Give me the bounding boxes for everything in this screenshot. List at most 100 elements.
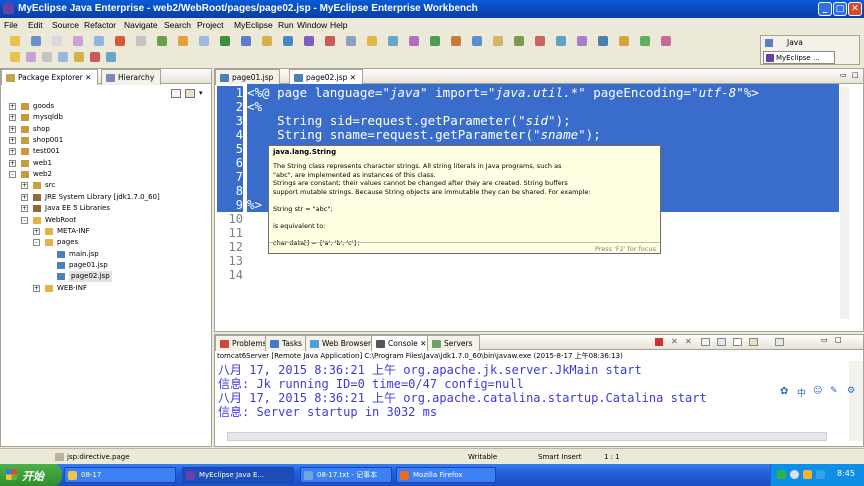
taskbar-item[interactable]: 08-17.txt - 记事本	[300, 467, 392, 483]
toolbar-icon[interactable]	[640, 36, 650, 46]
toolbar-icon[interactable]	[283, 36, 293, 46]
toolbar-icon[interactable]	[493, 36, 503, 46]
toolbar-icon[interactable]	[220, 36, 230, 46]
toolbar-icon[interactable]	[106, 52, 116, 62]
expand-toggle-icon[interactable]: +	[21, 182, 28, 190]
tab-servers[interactable]: Servers	[427, 335, 480, 351]
toolbar-icon[interactable]	[346, 36, 356, 46]
toolbar-icon[interactable]	[241, 36, 251, 46]
tab-hierarchy[interactable]: Hierarchy	[101, 69, 162, 85]
code-line[interactable]: <%	[247, 100, 263, 114]
perspective-myeclipse[interactable]: MyEclipse ...	[763, 51, 835, 64]
toolbar-icon[interactable]	[10, 52, 20, 62]
toolbar-icon[interactable]	[367, 36, 377, 46]
toolbar-icon[interactable]	[304, 36, 314, 46]
tray-network-icon[interactable]	[777, 470, 786, 479]
menu-run[interactable]: Run	[278, 20, 294, 30]
overview-ruler[interactable]	[840, 87, 849, 319]
code-line[interactable]: %>	[247, 198, 263, 212]
collapse-toggle-icon[interactable]: -	[9, 171, 16, 179]
minimize-editor-icon[interactable]: ▭	[840, 71, 847, 79]
toolbar-icon[interactable]	[430, 36, 440, 46]
toolbar-icon[interactable]	[10, 36, 20, 46]
menu-help[interactable]: Help	[330, 20, 347, 30]
code-line[interactable]: <%@ page language="java" import="java.ut…	[247, 86, 759, 100]
clear-console-icon[interactable]	[701, 338, 710, 346]
toolbar-icon[interactable]	[178, 36, 188, 46]
view-menu-icon[interactable]: ▾	[199, 89, 207, 98]
toolbar-icon[interactable]	[619, 36, 629, 46]
tray-volume-icon[interactable]	[790, 470, 799, 479]
expand-toggle-icon[interactable]: +	[9, 125, 16, 133]
open-console-icon[interactable]	[775, 338, 784, 346]
minimize-button[interactable]: _	[818, 2, 832, 16]
menu-file[interactable]: File	[4, 20, 18, 30]
collapse-toggle-icon[interactable]: -	[21, 216, 28, 224]
settings-icon[interactable]: ⚙	[847, 386, 855, 396]
maximize-console-icon[interactable]: □	[835, 336, 842, 344]
terminate-icon[interactable]	[655, 338, 663, 346]
toolbar-icon[interactable]	[42, 52, 52, 62]
toolbar-icon[interactable]	[199, 36, 209, 46]
toolbar-icon[interactable]	[90, 52, 100, 62]
display-console-icon[interactable]	[749, 338, 758, 346]
scroll-lock-icon[interactable]	[717, 338, 726, 346]
toolbar-icon[interactable]	[58, 52, 68, 62]
menu-myeclipse[interactable]: MyEclipse	[234, 20, 273, 30]
expand-toggle-icon[interactable]: +	[9, 137, 16, 145]
expand-toggle-icon[interactable]: +	[9, 114, 16, 122]
taskbar-item[interactable]: Mozilla Firefox	[396, 467, 496, 483]
expand-toggle-icon[interactable]: +	[33, 227, 40, 235]
start-button[interactable]: 开始	[0, 464, 62, 486]
toolbar-icon[interactable]	[598, 36, 608, 46]
toolbar-icon[interactable]	[52, 36, 62, 46]
javadoc-hover[interactable]: java.lang.String The String class repres…	[268, 145, 661, 254]
pen-icon[interactable]: ✎	[830, 386, 838, 396]
tab-page02-jsp[interactable]: page02.jsp ✕	[289, 69, 364, 85]
tab-tasks[interactable]: Tasks	[265, 335, 310, 351]
close-button[interactable]: ✕	[848, 2, 862, 16]
toolbar-icon[interactable]	[31, 36, 41, 46]
link-with-editor-icon[interactable]	[185, 89, 195, 98]
code-line[interactable]: String sid=request.getParameter("sid");	[247, 114, 571, 128]
tray-app-icon[interactable]	[803, 470, 812, 479]
console-horizontal-scrollbar[interactable]	[227, 432, 827, 441]
toolbar-icon[interactable]	[94, 36, 104, 46]
toolbar-icon[interactable]	[409, 36, 419, 46]
expand-toggle-icon[interactable]: +	[21, 193, 28, 201]
menu-refactor[interactable]: Refactor	[84, 20, 116, 30]
taskbar-item[interactable]: MyEclipse Java E...	[182, 467, 294, 483]
menu-project[interactable]: Project	[197, 20, 223, 30]
menu-edit[interactable]: Edit	[28, 20, 43, 30]
toolbar-icon[interactable]	[661, 36, 671, 46]
minimize-console-icon[interactable]: ▭	[821, 336, 828, 344]
toolbar-icon[interactable]	[73, 36, 83, 46]
toolbar-icon[interactable]	[388, 36, 398, 46]
tab-web-browser[interactable]: Web Browser	[305, 335, 379, 351]
code-line[interactable]: String sname=request.getParameter("sname…	[247, 128, 601, 142]
toolbar-icon[interactable]	[26, 52, 36, 62]
toolbar-icon[interactable]	[74, 52, 84, 62]
tab-page01-jsp[interactable]: page01.jsp	[215, 69, 281, 85]
expand-toggle-icon[interactable]: +	[21, 205, 28, 213]
toolbar-icon[interactable]	[136, 36, 146, 46]
remove-launch-icon[interactable]: ✕	[671, 337, 678, 346]
title-bar[interactable]: MyEclipse Java Enterprise - web2/WebRoot…	[0, 0, 864, 18]
ime-language-icon[interactable]: 中	[797, 386, 806, 399]
paw-icon[interactable]: ✿	[780, 386, 788, 397]
pin-console-icon[interactable]	[733, 338, 742, 346]
smile-icon[interactable]: ☺	[813, 386, 822, 396]
taskbar-item[interactable]: 08-17	[64, 467, 176, 483]
toolbar-icon[interactable]	[556, 36, 566, 46]
menu-window[interactable]: Window	[297, 20, 327, 30]
collapse-toggle-icon[interactable]: -	[33, 239, 40, 247]
expand-toggle-icon[interactable]: +	[9, 159, 16, 167]
toolbar-icon[interactable]	[451, 36, 461, 46]
expand-toggle-icon[interactable]: +	[33, 284, 40, 292]
maximize-button[interactable]: □	[833, 2, 847, 16]
menu-source[interactable]: Source	[52, 20, 79, 30]
maximize-editor-icon[interactable]: □	[852, 71, 859, 79]
tab-package-explorer[interactable]: Package Explorer ✕	[1, 69, 99, 85]
toolbar-icon[interactable]	[157, 36, 167, 46]
toolbar-icon[interactable]	[535, 36, 545, 46]
